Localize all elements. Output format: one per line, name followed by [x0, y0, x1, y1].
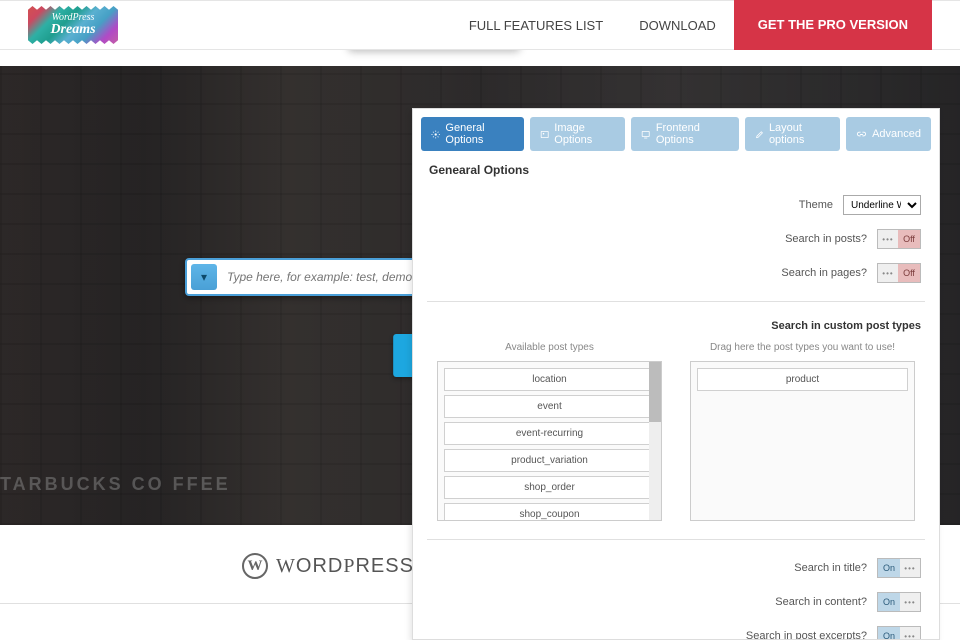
- tab-image[interactable]: Image Options: [530, 117, 626, 151]
- toggle-on: On: [878, 627, 900, 640]
- toggle-handle: •••: [900, 559, 920, 577]
- wordpress-icon: W: [242, 553, 268, 579]
- tab-general[interactable]: General Options: [421, 117, 524, 151]
- cpt-available-col: Available post types location event event-…: [437, 342, 662, 521]
- search-pages-label: Search in pages?: [781, 267, 867, 279]
- hero-store-sign: TARBUCKS CO FFEE: [0, 474, 231, 495]
- section-title: Genearal Options: [429, 163, 925, 177]
- search-posts-toggle[interactable]: ••• Off: [877, 229, 921, 249]
- cpt-item[interactable]: event: [444, 395, 655, 418]
- cpt-used-col: Drag here the post types you want to use…: [690, 342, 915, 521]
- tab-advanced[interactable]: Advanced: [846, 117, 931, 151]
- cpt-item[interactable]: event-recurring: [444, 422, 655, 445]
- theme-select[interactable]: Underline White: [843, 195, 921, 215]
- tabs-bar: General Options Image Options Frontend O…: [413, 109, 939, 151]
- tab-frontend[interactable]: Frontend Options: [631, 117, 738, 151]
- toggle-on: On: [878, 593, 900, 611]
- search-title-toggle[interactable]: On •••: [877, 558, 921, 578]
- cpt-available-list[interactable]: location event event-recurring product_vari…: [438, 362, 661, 521]
- scroll-thumb[interactable]: [649, 362, 661, 422]
- search-title-row: Search in title? On •••: [427, 558, 925, 578]
- search-excerpt-toggle[interactable]: On •••: [877, 626, 921, 640]
- toggle-handle: •••: [878, 230, 898, 248]
- wordpress-text: WORDPRESS: [276, 555, 414, 578]
- search-excerpt-label: Search in post excerpts?: [746, 630, 867, 640]
- search-excerpt-row: Search in post excerpts? On •••: [427, 626, 925, 640]
- search-content-toggle[interactable]: On •••: [877, 592, 921, 612]
- search-pages-toggle[interactable]: ••• Off: [877, 263, 921, 283]
- chevron-down-icon[interactable]: ▾: [191, 264, 217, 290]
- search-title-label: Search in title?: [794, 562, 867, 574]
- nav-download[interactable]: DOWNLOAD: [621, 18, 734, 33]
- gear-icon: [431, 129, 440, 140]
- cpt-available-label: Available post types: [437, 342, 662, 353]
- link-icon: [856, 129, 867, 140]
- pencil-icon: [755, 129, 764, 140]
- cpt-available-box: location event event-recurring product_vari…: [437, 361, 662, 521]
- logo[interactable]: WordPress Dreams: [28, 6, 118, 44]
- cpt-item[interactable]: product_variation: [444, 449, 655, 472]
- settings-panel: General Options Image Options Frontend O…: [412, 108, 940, 640]
- scrollbar[interactable]: [649, 362, 661, 520]
- nav-full-features[interactable]: FULL FEATURES LIST: [451, 18, 621, 33]
- main-nav: FULL FEATURES LIST DOWNLOAD GET THE PRO …: [451, 1, 960, 49]
- monitor-icon: [641, 129, 650, 140]
- toggle-handle: •••: [900, 627, 920, 640]
- search-content-label: Search in content?: [775, 596, 867, 608]
- cpt-header: Search in custom post types: [427, 320, 925, 332]
- search-posts-label: Search in posts?: [785, 233, 867, 245]
- toggle-on: On: [878, 559, 900, 577]
- logo-line2: Dreams: [50, 23, 95, 37]
- toggle-off: Off: [898, 230, 920, 248]
- divider: [427, 301, 925, 302]
- nav-get-pro-button[interactable]: GET THE PRO VERSION: [734, 0, 932, 50]
- search-pages-row: Search in pages? ••• Off: [427, 263, 925, 283]
- cpt-item[interactable]: location: [444, 368, 655, 391]
- search-posts-row: Search in posts? ••• Off: [427, 229, 925, 249]
- cpt-used-list[interactable]: product: [691, 362, 914, 401]
- toggle-handle: •••: [878, 264, 898, 282]
- toggle-handle: •••: [900, 593, 920, 611]
- toggle-off: Off: [898, 264, 920, 282]
- cpt-item[interactable]: shop_coupon: [444, 503, 655, 521]
- wordpress-logo: W WORDPRESS: [242, 553, 414, 579]
- cpt-columns: Available post types location event event-…: [427, 342, 925, 521]
- panel-body: Genearal Options Theme Underline White S…: [413, 151, 939, 640]
- tab-layout[interactable]: Layout options: [745, 117, 841, 151]
- theme-row: Theme Underline White: [427, 195, 925, 215]
- theme-label: Theme: [799, 199, 833, 211]
- cpt-drag-label: Drag here the post types you want to use…: [690, 342, 915, 353]
- cpt-used-box[interactable]: product: [690, 361, 915, 521]
- top-bar: WordPress Dreams FULL FEATURES LIST DOWN…: [0, 0, 960, 50]
- search-content-row: Search in content? On •••: [427, 592, 925, 612]
- image-icon: [540, 129, 549, 140]
- cpt-item[interactable]: product: [697, 368, 908, 391]
- divider: [427, 539, 925, 540]
- cpt-item[interactable]: shop_order: [444, 476, 655, 499]
